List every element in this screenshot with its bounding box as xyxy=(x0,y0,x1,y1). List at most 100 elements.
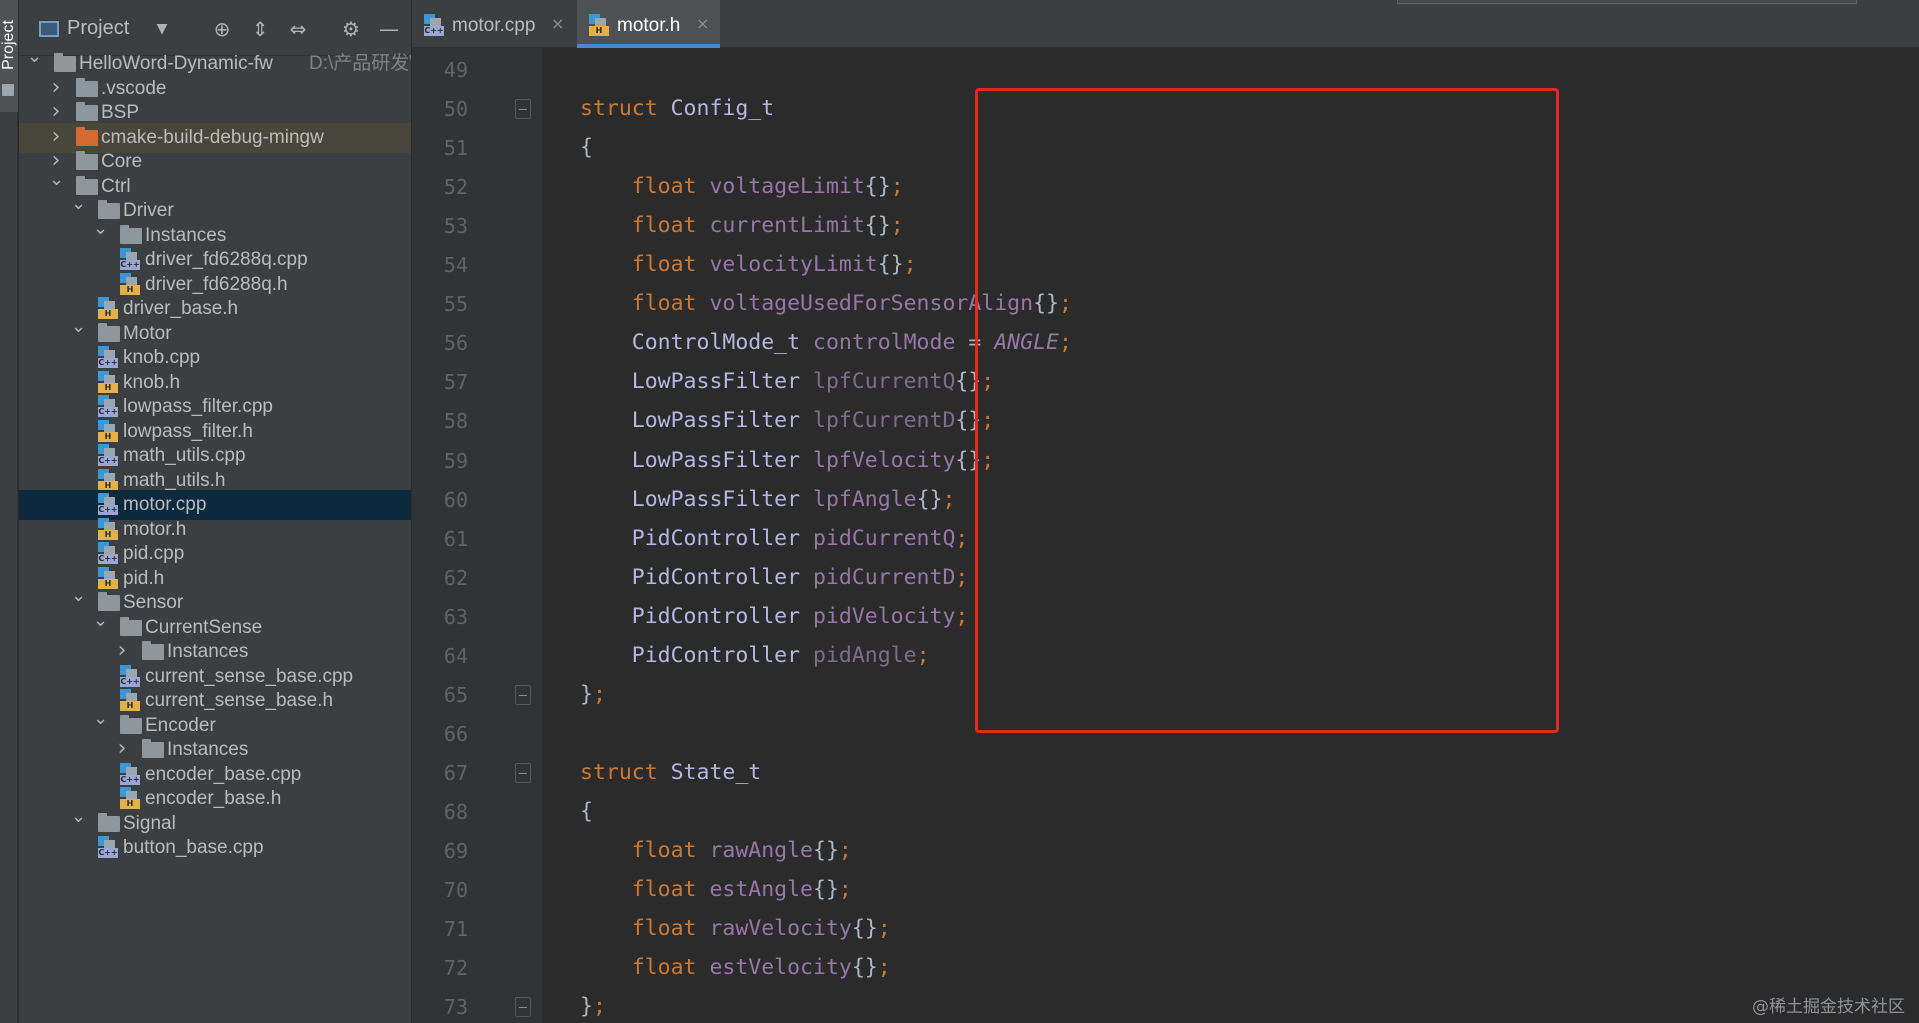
gear-icon[interactable]: ⚙ xyxy=(340,18,362,40)
code-line: PidController pidAngle; xyxy=(580,641,930,671)
chevron-down-icon[interactable]: ⌄ xyxy=(71,586,86,606)
cpp-file-icon: C++ xyxy=(120,248,140,270)
project-panel: Project ▼ ⊕ ⇕ ⇔ ⚙ — ⌄ HelloWord-Dynamic-f… xyxy=(19,0,411,1023)
chevron-right-icon[interactable]: › xyxy=(115,738,129,760)
code-token: float xyxy=(580,955,710,981)
line-number: 53 xyxy=(443,214,468,239)
chevron-down-icon[interactable]: ⌄ xyxy=(71,194,86,214)
code-token: lpfAngle xyxy=(813,486,917,512)
expand-all-icon[interactable]: ⇕ xyxy=(249,18,271,40)
search-field[interactable] xyxy=(1397,0,1857,4)
chevron-down-icon[interactable]: ⌄ xyxy=(27,47,42,67)
code-line: }; xyxy=(580,680,606,710)
code-line: LowPassFilter lpfAngle{}; xyxy=(580,485,956,515)
code-line: { xyxy=(580,133,593,163)
fold-marker-icon[interactable] xyxy=(515,99,531,120)
chevron-down-icon[interactable]: ⌄ xyxy=(93,610,108,631)
code-token: currentLimit xyxy=(709,213,865,239)
folder-icon xyxy=(76,102,98,121)
code-token: PidController xyxy=(580,642,813,668)
chevron-down-icon[interactable]: ⌄ xyxy=(49,169,64,190)
header-file-icon: H xyxy=(98,370,118,393)
code-token: { xyxy=(580,798,593,824)
code-token: lpfCurrentD xyxy=(813,408,956,434)
code-token: } xyxy=(580,681,593,707)
folder-icon xyxy=(120,224,142,244)
line-number: 58 xyxy=(443,409,468,434)
line-number: 54 xyxy=(443,253,468,278)
project-view-dropdown[interactable]: Project xyxy=(67,17,129,40)
tree-item-label: Ctrl xyxy=(101,175,131,197)
code-token: pidAngle xyxy=(813,642,917,668)
code-token: ; xyxy=(955,525,969,551)
tree-item-label: Instances xyxy=(145,224,227,246)
code-token: struct xyxy=(580,96,671,122)
code-token: rawVelocity xyxy=(709,916,852,942)
tree-item-label: Signal xyxy=(123,812,176,834)
chevron-down-icon[interactable]: ⌄ xyxy=(71,806,86,827)
tab-motor-cpp[interactable]: C++ motor.cpp × xyxy=(412,0,575,48)
tab-motor-h[interactable]: Hmotor.h × xyxy=(577,0,720,48)
close-icon[interactable]: × xyxy=(696,14,709,33)
header-file-icon: H xyxy=(120,787,140,809)
code-token: PidController xyxy=(580,564,813,590)
folder-icon xyxy=(142,641,164,660)
close-icon[interactable]: × xyxy=(551,14,564,33)
code-token: rawAngle xyxy=(709,838,814,863)
code-token: {} xyxy=(851,955,878,981)
chevron-right-icon[interactable]: › xyxy=(49,76,63,98)
chevron-down-icon[interactable]: ⌄ xyxy=(93,708,108,729)
code-line: LowPassFilter lpfCurrentD{}; xyxy=(580,406,994,436)
watermark: @稀土掘金技术社区 xyxy=(1752,997,1905,1017)
fold-marker-icon[interactable] xyxy=(515,762,531,783)
chevron-right-icon[interactable]: › xyxy=(115,640,129,662)
line-number-gutter: 49 50 51 52 53 54 55 56 57 58 59 60 61 62 63 64 65 66 67 68… xyxy=(412,48,542,1023)
header-file-icon: H xyxy=(98,468,118,491)
annotation-highlight-box xyxy=(975,88,1559,733)
fold-marker-icon[interactable] xyxy=(515,997,531,1018)
chevron-down-icon[interactable]: ⌄ xyxy=(93,218,108,239)
project-tool-window-tab[interactable]: Project xyxy=(0,0,18,112)
tree-item-label: encoder_base.h xyxy=(145,788,282,809)
code-token: {} xyxy=(864,213,891,239)
minimize-icon[interactable]: — xyxy=(378,18,400,40)
code-token: float xyxy=(580,838,710,863)
chevron-down-icon[interactable]: ▼ xyxy=(151,18,173,40)
line-number: 67 xyxy=(443,760,468,785)
code-token: struct xyxy=(580,759,671,785)
folder-icon xyxy=(98,812,120,832)
chevron-right-icon[interactable]: › xyxy=(49,101,63,123)
code-token: pidCurrentD xyxy=(813,564,956,590)
code-token: LowPassFilter xyxy=(580,408,813,434)
code-line: LowPassFilter lpfVelocity{}; xyxy=(580,446,994,476)
cpp-file-icon: C++ xyxy=(120,664,140,687)
collapse-all-icon[interactable]: ⇔ xyxy=(287,18,309,40)
tree-file-row[interactable]: C++ button_base.cpp xyxy=(19,833,411,863)
code-line: float currentLimit{}; xyxy=(580,211,904,241)
header-file-icon: H xyxy=(120,272,140,295)
line-number: 70 xyxy=(443,878,468,903)
tree-item-label: math_utils.h xyxy=(123,469,226,491)
code-line: struct Config_t xyxy=(580,94,774,124)
tree-item-label: Motor xyxy=(123,322,172,344)
folder-icon xyxy=(76,126,98,146)
line-number: 55 xyxy=(443,292,468,317)
chevron-right-icon[interactable]: › xyxy=(49,150,63,172)
code-line: }; xyxy=(580,992,606,1022)
code-line: float rawAngle{}; xyxy=(580,836,852,866)
tree-item-label: Core xyxy=(101,151,143,172)
code-token: estAngle xyxy=(709,877,814,903)
project-panel-header: Project ▼ ⊕ ⇕ ⇔ ⚙ — xyxy=(19,0,411,56)
chevron-down-icon[interactable]: ⌄ xyxy=(71,316,86,337)
chevron-right-icon[interactable]: › xyxy=(49,125,63,147)
code-line: PidController pidCurrentQ; xyxy=(580,524,969,554)
code-token: ; xyxy=(592,994,606,1020)
tree-item-label: current_sense_base.h xyxy=(145,690,334,711)
fold-marker-icon[interactable] xyxy=(515,684,531,705)
header-file-icon: H xyxy=(98,297,118,319)
code-token: voltageLimit xyxy=(709,174,865,200)
code-token: controlMode xyxy=(813,330,956,356)
code-token: ; xyxy=(903,252,917,278)
locate-icon[interactable]: ⊕ xyxy=(211,18,233,40)
tree-item-label: cmake-build-debug-mingw xyxy=(101,126,324,148)
